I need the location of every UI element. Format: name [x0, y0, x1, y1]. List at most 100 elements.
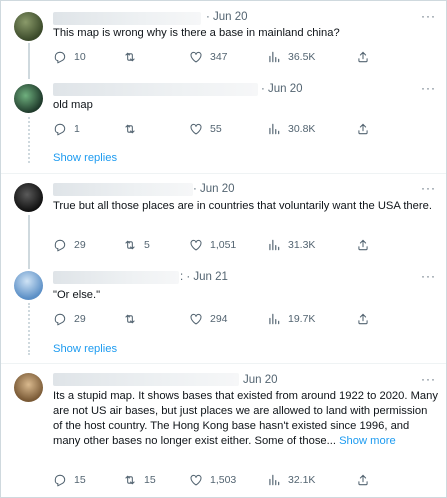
like-icon	[189, 50, 203, 64]
views-icon	[267, 238, 281, 252]
more-options-icon[interactable]: ···	[421, 81, 436, 95]
retweet-button[interactable]	[123, 50, 144, 64]
reply-count: 15	[74, 474, 86, 486]
views-button[interactable]: 32.1K	[267, 473, 315, 487]
views-count: 19.7K	[288, 313, 316, 325]
reply-icon	[53, 238, 67, 252]
share-button[interactable]	[356, 312, 377, 326]
tweet-date[interactable]: · Jun 20	[193, 183, 235, 195]
show-replies-link[interactable]: Show replies	[53, 343, 117, 355]
reply-button[interactable]: 29	[53, 312, 86, 326]
tweet[interactable]: : · Jun 21 ··· "Or else." 29 294 19.7K S…	[1, 261, 446, 363]
avatar[interactable]	[14, 373, 43, 402]
like-button[interactable]: 347	[189, 50, 228, 64]
like-count: 1,051	[210, 239, 237, 251]
retweet-button[interactable]: 15	[123, 473, 156, 487]
author-name-redacted[interactable]	[53, 183, 193, 196]
reply-button[interactable]: 10	[53, 50, 86, 64]
like-icon	[189, 473, 203, 487]
author-name-redacted[interactable]	[53, 271, 179, 284]
reply-thread: · Jun 20 ··· This map is wrong why is th…	[0, 0, 447, 498]
like-count: 347	[210, 51, 228, 63]
more-options-icon[interactable]: ···	[421, 372, 436, 386]
tweet-date[interactable]: · Jun 20	[206, 11, 248, 23]
tweet[interactable]: · Jun 20 ··· This map is wrong why is th…	[1, 1, 446, 79]
like-count: 294	[210, 313, 228, 325]
tweet-text: old map	[53, 99, 93, 111]
reply-icon	[53, 122, 67, 136]
author-name-redacted[interactable]	[53, 12, 201, 25]
tweet-date[interactable]: · Jun 20	[261, 83, 303, 95]
retweet-icon	[123, 238, 137, 252]
share-button[interactable]	[356, 238, 377, 252]
more-options-icon[interactable]: ···	[421, 181, 436, 195]
more-options-icon[interactable]: ···	[421, 9, 436, 23]
retweet-button[interactable]	[123, 122, 144, 136]
share-button[interactable]	[356, 122, 377, 136]
retweet-button[interactable]: 5	[123, 238, 150, 252]
like-icon	[189, 122, 203, 136]
share-icon	[356, 50, 370, 64]
like-count: 55	[210, 123, 222, 135]
share-button[interactable]	[356, 473, 377, 487]
author-name-redacted[interactable]	[53, 373, 239, 386]
views-button[interactable]: 31.3K	[267, 238, 315, 252]
reply-button[interactable]: 15	[53, 473, 86, 487]
tweet-actions: 29 294 19.7K	[53, 312, 438, 328]
reply-count: 29	[74, 313, 86, 325]
tweet-text: This map is wrong why is there a base in…	[53, 27, 340, 39]
tweet-text: Its a stupid map. It shows bases that ex…	[53, 389, 438, 449]
like-button[interactable]: 294	[189, 312, 228, 326]
share-icon	[356, 312, 370, 326]
tweet-actions: 1 55 30.8K	[53, 122, 438, 138]
reply-icon	[53, 50, 67, 64]
share-icon	[356, 122, 370, 136]
show-more-link[interactable]: Show more	[339, 435, 396, 447]
reply-icon	[53, 473, 67, 487]
tweet[interactable]: Jun 20 ··· Its a stupid map. It shows ba…	[1, 364, 446, 497]
reply-count: 10	[74, 51, 86, 63]
retweet-count: 15	[144, 474, 156, 486]
avatar[interactable]	[14, 271, 43, 300]
tweet[interactable]: · Jun 20 ··· old map 1 55 30.8K Show rep…	[1, 79, 446, 173]
views-button[interactable]: 36.5K	[267, 50, 315, 64]
views-count: 36.5K	[288, 51, 316, 63]
like-count: 1,503	[210, 474, 237, 486]
tweet-text: "Or else."	[53, 289, 101, 301]
share-icon	[356, 238, 370, 252]
retweet-icon	[123, 312, 137, 326]
tweet-date[interactable]: : · Jun 21	[180, 271, 228, 283]
views-button[interactable]: 30.8K	[267, 122, 315, 136]
like-button[interactable]: 1,503	[189, 473, 236, 487]
show-replies-link[interactable]: Show replies	[53, 152, 117, 164]
like-icon	[189, 238, 203, 252]
reply-count: 29	[74, 239, 86, 251]
tweet-actions: 29 5 1,051 31.3K	[53, 238, 438, 254]
views-button[interactable]: 19.7K	[267, 312, 315, 326]
views-icon	[267, 473, 281, 487]
retweet-icon	[123, 50, 137, 64]
tweet-actions: 10 347 36.5K	[53, 50, 438, 66]
retweet-icon	[123, 473, 137, 487]
tweet[interactable]: · Jun 20 ··· True but all those places a…	[1, 174, 446, 261]
reply-button[interactable]: 1	[53, 122, 80, 136]
avatar[interactable]	[14, 12, 43, 41]
like-button[interactable]: 55	[189, 122, 222, 136]
tweet-text: True but all those places are in countri…	[53, 200, 432, 212]
author-name-redacted[interactable]	[53, 83, 258, 96]
reply-button[interactable]: 29	[53, 238, 86, 252]
retweet-count: 5	[144, 239, 150, 251]
views-icon	[267, 50, 281, 64]
views-count: 31.3K	[288, 239, 316, 251]
more-options-icon[interactable]: ···	[421, 269, 436, 283]
share-icon	[356, 473, 370, 487]
share-button[interactable]	[356, 50, 377, 64]
like-button[interactable]: 1,051	[189, 238, 236, 252]
views-icon	[267, 312, 281, 326]
avatar[interactable]	[14, 183, 43, 212]
retweet-button[interactable]	[123, 312, 144, 326]
tweet-actions: 15 15 1,503 32.1K	[53, 473, 438, 489]
tweet-date[interactable]: Jun 20	[243, 374, 278, 386]
avatar[interactable]	[14, 84, 43, 113]
like-icon	[189, 312, 203, 326]
